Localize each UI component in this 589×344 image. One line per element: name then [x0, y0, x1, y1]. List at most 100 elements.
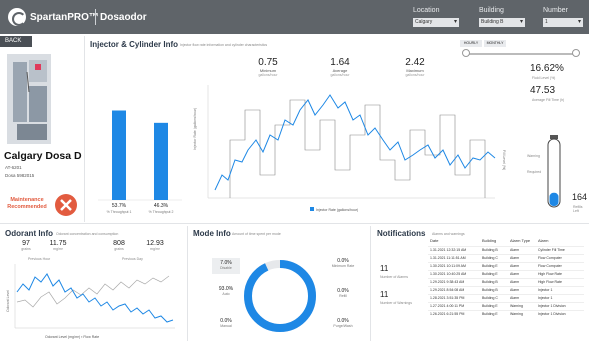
table-row[interactable]: 1.31.2021 11:11:51 AM Building C Alarm Flow… — [428, 253, 584, 262]
filter-number-label: Number — [543, 7, 568, 14]
fill-level-step-series — [229, 99, 486, 198]
injector-rate-series — [214, 94, 496, 191]
odorant-stat-2-unit: mg/m³ — [53, 247, 63, 251]
mode-auto: 93.0% Auto — [212, 286, 240, 296]
cell-date: 1.26.2021 6:21:55 PM — [428, 309, 480, 318]
legend-swatch — [310, 207, 314, 211]
cell-date: 1.29.2021 9:38:43 AM — [428, 277, 480, 286]
back-button[interactable]: BACK — [0, 36, 32, 47]
cell-alarm: Flow Computer — [536, 253, 584, 262]
cell-building: Building E — [480, 309, 508, 318]
section-divider — [84, 36, 85, 222]
device-image — [7, 54, 51, 144]
cell-alarm: Injector 1 Division — [536, 301, 584, 310]
stat-maximum-value: 2.42 — [405, 57, 425, 68]
injector-y2-label: Fill Level (%) — [502, 150, 506, 170]
mode-refill: 0.0% Refill — [325, 288, 361, 298]
slider-handle-end[interactable] — [572, 49, 580, 57]
fill-level-value: 16.62% — [530, 63, 564, 74]
filter-number-select[interactable]: 1 — [543, 18, 583, 27]
table-row[interactable]: 1.30.2021 10:11:09 AM Building E Alarm Flow… — [428, 261, 584, 270]
cylinder-warning-label: Warning — [527, 154, 540, 158]
notifications-table: Date Building Alarm Type Alarm 1.31.2021… — [428, 236, 584, 318]
odorant-stat-3-unit: grains — [114, 247, 124, 251]
slider-handle-start[interactable] — [462, 49, 470, 57]
mode-refill-label: Refill — [339, 294, 347, 298]
device-serial: Dosa 5982015 — [5, 173, 35, 178]
section-divider-3 — [370, 226, 371, 341]
mode-panel-title: Mode Info — [193, 229, 231, 238]
injector-panel-title: Injector & Cylinder Info — [90, 40, 179, 49]
date-range-slider[interactable] — [466, 53, 576, 55]
spartan-logo-icon — [8, 8, 26, 26]
cell-date: 1.28.2021 3:51:35 PM — [428, 293, 480, 302]
stat-minimum-value: 0.75 — [258, 57, 278, 68]
injector-panel-subtitle: Injector flow rate information and cylin… — [180, 43, 268, 47]
cell-building: Building E — [480, 261, 508, 270]
cell-alarm-type: Warning — [508, 309, 536, 318]
mode-disable: 7.0% Disable — [212, 258, 240, 274]
section-divider-2 — [187, 226, 188, 341]
col-date[interactable]: Date — [428, 236, 480, 246]
mode-panel-subtitle: Amount of time spent per mode — [232, 232, 281, 236]
filter-location-select[interactable]: Calgary — [413, 18, 459, 27]
cell-date: 1.30.2021 10:11:09 AM — [428, 261, 480, 270]
previous-hour-label: Previous Hour — [28, 257, 51, 261]
col-alarm-type[interactable]: Alarm Type — [508, 236, 536, 246]
refills-left-label: Refills Left — [573, 205, 583, 213]
previous-day-label: Previous Day — [122, 257, 143, 261]
cell-building: Building B — [480, 285, 508, 294]
donut-auto-arc[interactable] — [244, 260, 316, 332]
header-divider — [95, 9, 96, 25]
monthly-toggle[interactable]: MONTHLY — [484, 40, 506, 47]
mode-minimum-rate-label: Minimum Rate — [331, 264, 355, 268]
throughput-bar-1[interactable] — [112, 110, 126, 201]
device-name: Calgary Dosa D — [4, 150, 82, 162]
refills-left-value: 164 — [572, 192, 588, 202]
odorant-stat-1-value: 97 — [22, 240, 30, 247]
table-row[interactable]: 1.29.2021 8:54:08 AM Building B Alarm Injec… — [428, 285, 584, 294]
odorant-level-chart: Odorant Level Odorant Level (mg/m³) ▪ Fl… — [6, 264, 175, 339]
table-row[interactable]: 1.29.2021 9:38:43 AM Building B Alarm High … — [428, 277, 584, 286]
table-row[interactable]: 1.26.2021 6:21:55 PM Building E Warning Inj… — [428, 309, 584, 318]
stat-minimum: 0.75 Minimum gallons/hour — [250, 57, 286, 77]
warnings-label: Number of Warnings — [380, 301, 412, 305]
mode-auto-label: Auto — [222, 292, 230, 296]
throughput-1-pct: 53.7% — [111, 203, 127, 209]
hourly-toggle[interactable]: HOURLY — [460, 40, 482, 47]
cell-date: 1.27.2021 4:00:11 PM — [428, 301, 480, 310]
mode-disable-label: Disable — [220, 266, 232, 270]
col-building[interactable]: Building — [480, 236, 508, 246]
mode-purge-label: Purge/Wash — [333, 324, 353, 328]
filter-building-label: Building — [479, 7, 504, 14]
table-row[interactable]: 1.30.2021 10:40:25 AM Building E Alarm High… — [428, 269, 584, 278]
odorant-stat-2: 11.75 mg/m³ — [45, 240, 71, 251]
cell-alarm: Injector 1 — [536, 293, 584, 302]
cell-alarm-type: Alarm — [508, 277, 536, 286]
throughput-bar-2[interactable] — [154, 122, 168, 200]
alarms-label: Number of Alarms — [380, 275, 409, 279]
odorant-panel-subtitle: Odorant concentration and consumption — [56, 232, 119, 236]
device-id: AT-6201 — [5, 165, 22, 170]
avg-fill-value: 47.53 — [530, 85, 556, 96]
row-divider — [0, 223, 589, 224]
stat-average-value: 1.64 — [330, 57, 350, 68]
cell-alarm-type: Alarm — [508, 261, 536, 270]
odorant-panel-title: Odorant Info — [5, 229, 53, 238]
cell-alarm-type: Alarm — [508, 285, 536, 294]
stat-average-unit: gallons/hour — [330, 73, 350, 77]
table-row[interactable]: 1.28.2021 3:51:35 PM Building C Alarm Injec… — [428, 293, 584, 302]
cylinder-gauge — [547, 135, 561, 208]
cell-building: Building E — [480, 269, 508, 278]
cell-alarm: High Flow Rate — [536, 277, 584, 286]
cell-building: Building E — [480, 301, 508, 310]
cell-building: Building C — [480, 293, 508, 302]
injector-legend: Injector Rate (gallons/hour) — [316, 208, 358, 212]
cell-building: Building B — [480, 277, 508, 286]
table-row[interactable]: 1.27.2021 4:00:11 PM Building E Warning Inj… — [428, 301, 584, 310]
cell-date: 1.31.2021 12:32:15 AM — [428, 245, 480, 254]
table-row[interactable]: 1.31.2021 12:32:15 AM Building B Alarm Cyli… — [428, 245, 584, 254]
filter-building-select[interactable]: Building B — [479, 18, 525, 27]
col-alarm[interactable]: Alarm — [536, 236, 584, 246]
cell-alarm-type: Alarm — [508, 245, 536, 254]
